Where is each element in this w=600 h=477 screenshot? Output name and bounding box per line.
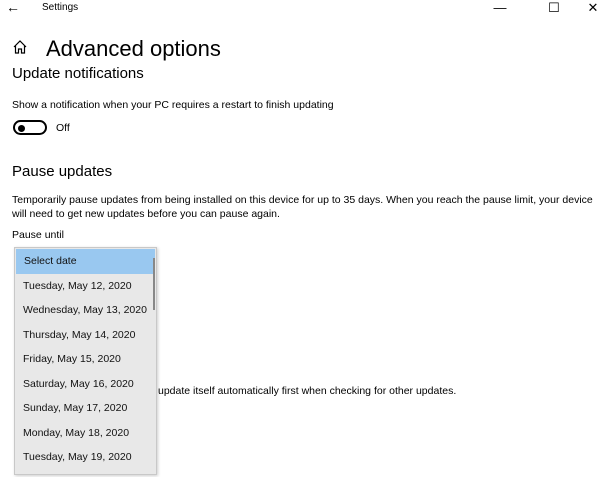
pause-until-dropdown[interactable]: Select date Tuesday, May 12, 2020 Wednes… [14, 247, 157, 475]
notification-toggle[interactable] [13, 120, 47, 135]
page-title: Advanced options [46, 36, 221, 61]
dropdown-scrollbar[interactable] [153, 258, 155, 310]
notification-description: Show a notification when your PC require… [12, 99, 334, 111]
close-button[interactable]: ✕ [583, 0, 600, 16]
maximize-button[interactable]: ☐ [544, 0, 564, 16]
window-title: Settings [42, 2, 79, 13]
dropdown-option[interactable]: Wednesday, May 13, 2020 [15, 298, 156, 323]
update-notifications-heading: Update notifications [12, 65, 144, 82]
home-icon[interactable] [12, 39, 28, 55]
dropdown-option[interactable]: Sunday, May 17, 2020 [15, 396, 156, 421]
dropdown-option[interactable]: Thursday, May 14, 2020 [15, 323, 156, 348]
pause-until-label: Pause until [12, 229, 64, 241]
dropdown-option[interactable]: Friday, May 15, 2020 [15, 347, 156, 372]
dropdown-option[interactable]: Tuesday, May 19, 2020 [15, 445, 156, 470]
back-button[interactable]: ← [6, 0, 20, 15]
partial-description: update itself automatically first when c… [158, 385, 457, 397]
minimize-button[interactable]: — [490, 0, 510, 15]
pause-description: Temporarily pause updates from being ins… [12, 194, 593, 220]
pause-updates-heading: Pause updates [12, 163, 113, 180]
dropdown-option[interactable]: Tuesday, May 12, 2020 [15, 274, 156, 299]
dropdown-option[interactable]: Saturday, May 16, 2020 [15, 372, 156, 397]
toggle-state-label: Off [56, 122, 70, 134]
dropdown-option[interactable]: Select date [16, 249, 155, 274]
dropdown-option[interactable]: Monday, May 18, 2020 [15, 421, 156, 446]
